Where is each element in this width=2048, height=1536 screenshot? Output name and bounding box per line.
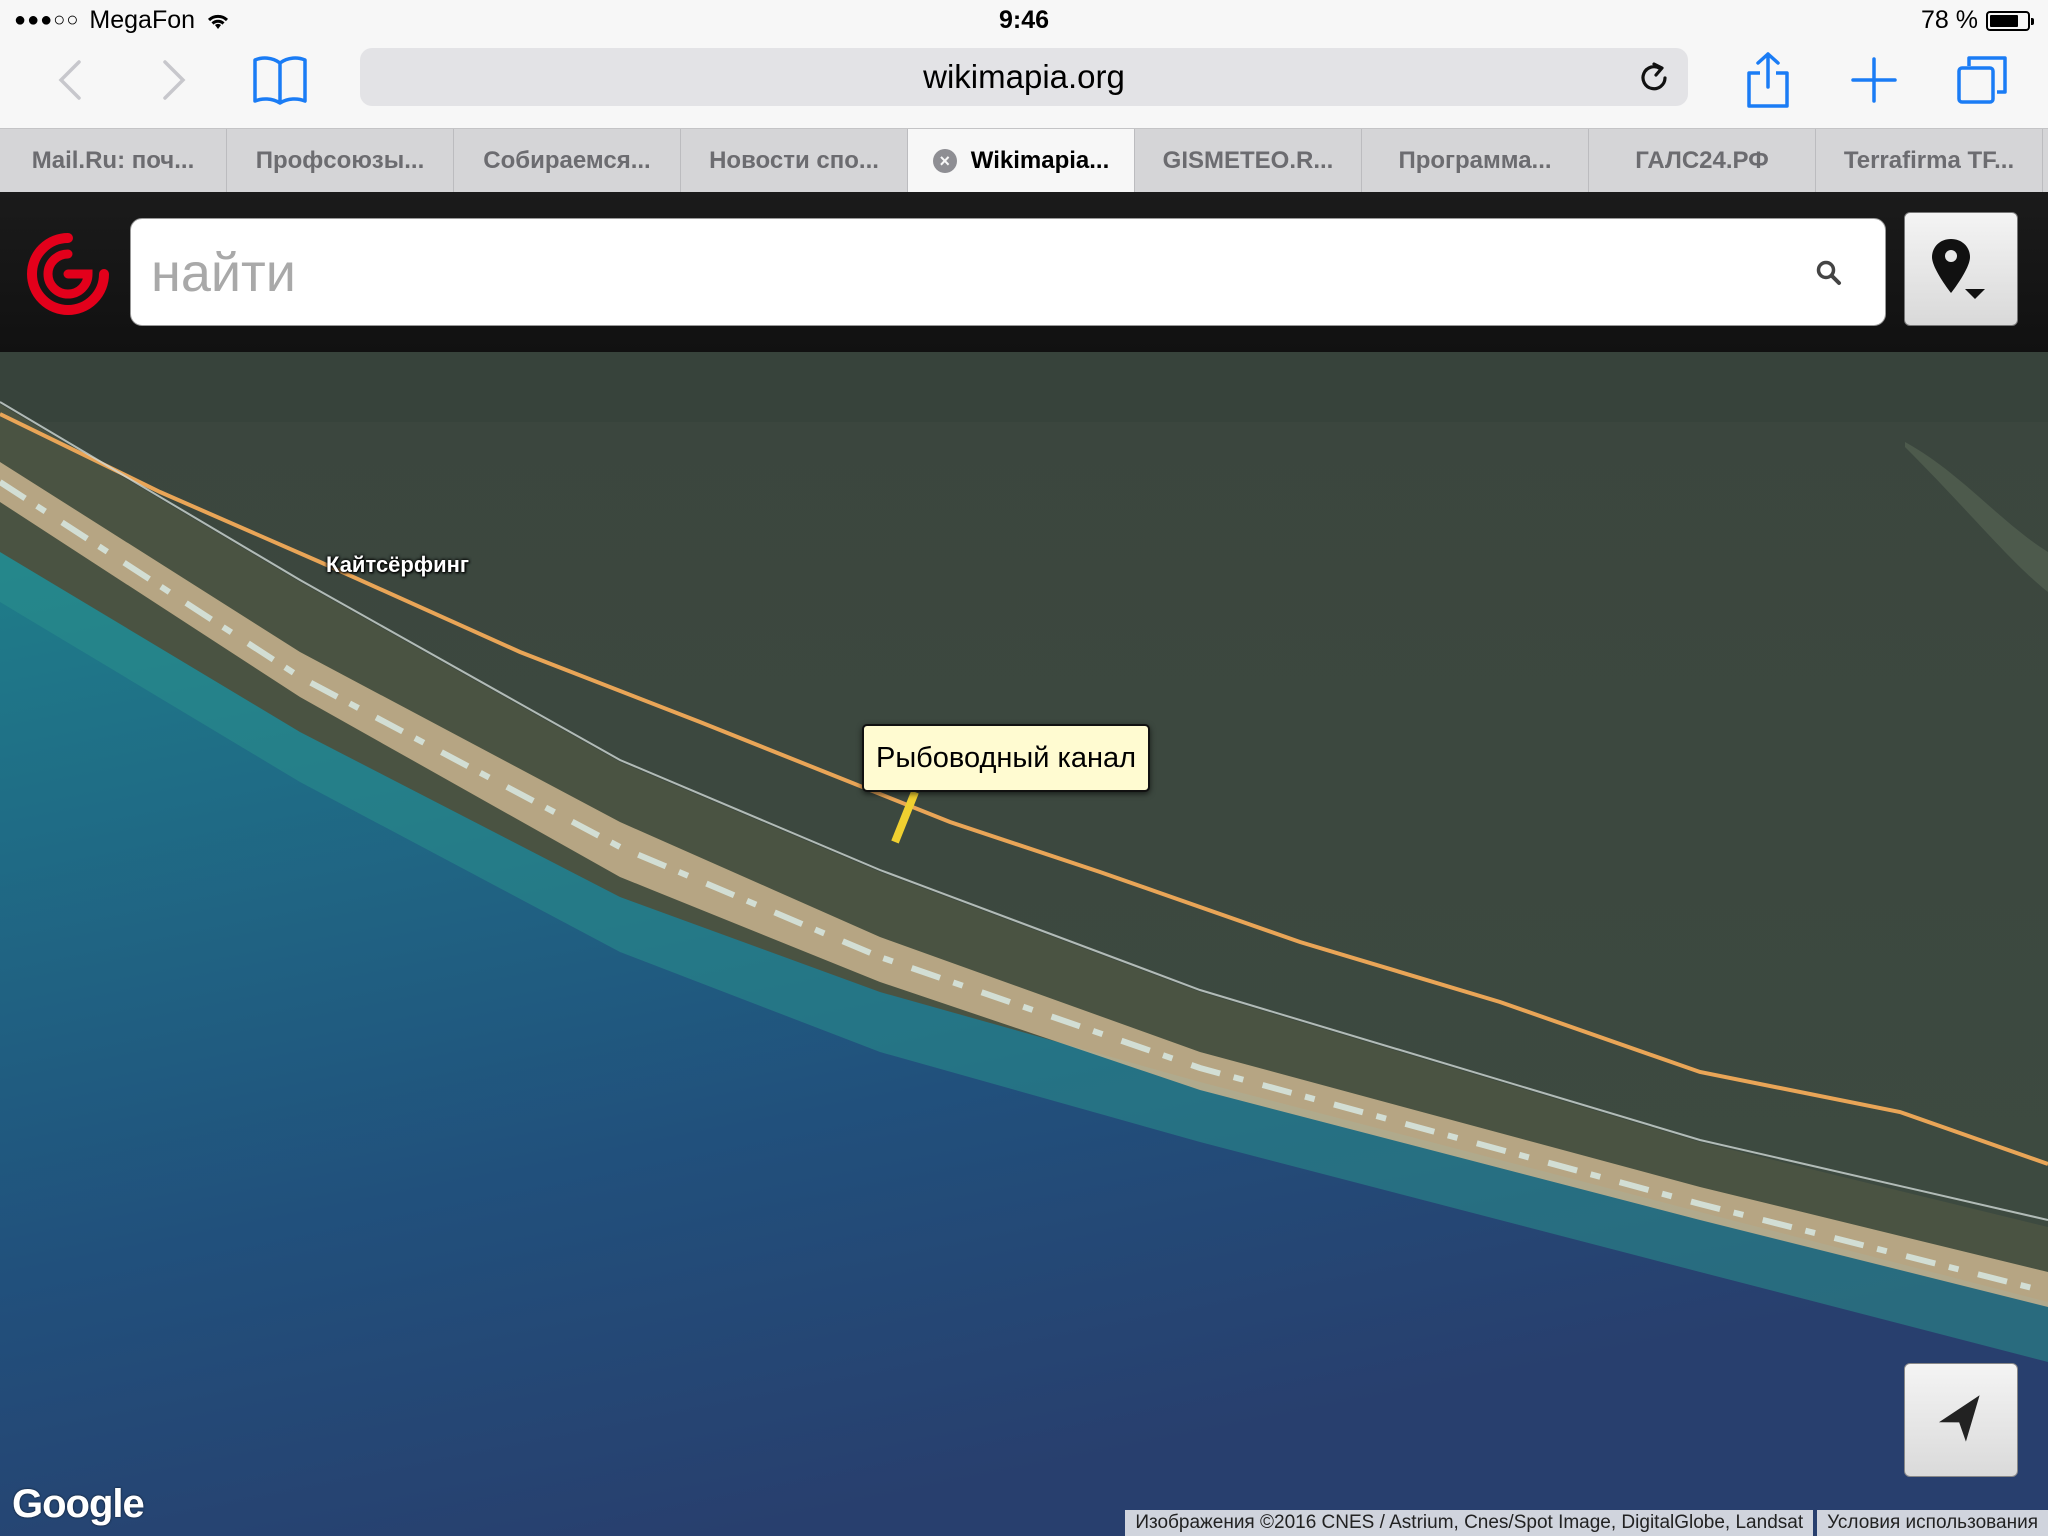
tab-item[interactable]: Профсоюзы... <box>227 129 454 192</box>
tab-item-active[interactable]: × Wikimapia... <box>908 129 1135 192</box>
map-view[interactable]: Кайтсёрфинг Рыбоводный канал Google Изоб… <box>0 352 2048 1536</box>
browser-toolbar: wikimapia.org <box>0 40 2048 128</box>
tab-item[interactable]: Новости спо... <box>681 129 908 192</box>
show-tabs-button[interactable] <box>1950 48 2014 112</box>
location-menu-button[interactable] <box>1904 212 2018 326</box>
forward-button[interactable] <box>142 48 206 112</box>
my-location-button[interactable] <box>1904 1363 2018 1477</box>
bookmarks-icon <box>253 56 307 105</box>
url-text: wikimapia.org <box>923 58 1125 95</box>
status-bar: ●●●○○ MegaFon 9:46 78 % <box>0 0 2048 40</box>
place-label[interactable]: Кайтсёрфинг <box>326 552 469 578</box>
tab-strip: Mail.Ru: поч... Профсоюзы... Собираемся.… <box>0 128 2048 192</box>
tab-label: Программа... <box>1398 146 1552 174</box>
tab-item[interactable]: Terrafirma TF... <box>1816 129 2043 192</box>
tab-label: Новости спо... <box>709 146 879 174</box>
share-button[interactable] <box>1736 48 1800 112</box>
new-tab-button[interactable] <box>1842 48 1906 112</box>
tabs-icon <box>1957 56 2007 104</box>
tab-label: Собираемся... <box>483 146 651 174</box>
close-tab-icon[interactable]: × <box>932 148 957 173</box>
search-icon[interactable] <box>1815 259 1843 287</box>
wikimapia-header <box>0 192 2048 352</box>
address-bar[interactable]: wikimapia.org <box>360 48 1688 106</box>
imagery-credit: Изображения ©2016 CNES / Astrium, Cnes/S… <box>1125 1510 1814 1536</box>
satellite-map <box>0 352 2048 1536</box>
tab-item[interactable]: Программа... <box>1362 129 1589 192</box>
map-pin-icon <box>1932 239 1985 299</box>
share-icon <box>1747 52 1789 108</box>
tab-label: Профсоюзы... <box>255 146 425 174</box>
tab-label: Mail.Ru: поч... <box>31 146 195 174</box>
new-tab-icon <box>1851 57 1897 103</box>
map-attribution: Изображения ©2016 CNES / Astrium, Cnes/S… <box>1121 1510 2048 1536</box>
battery-level <box>1990 14 2019 27</box>
tab-label: GISMETEO.R... <box>1162 146 1334 174</box>
reload-icon[interactable] <box>1634 58 1674 98</box>
back-button[interactable] <box>38 48 102 112</box>
tab-label: ГАЛС24.РФ <box>1635 146 1769 174</box>
clock: 9:46 <box>998 6 1050 34</box>
search-box <box>130 218 1886 327</box>
tab-item[interactable]: ГАЛС24.РФ <box>1589 129 1816 192</box>
back-icon <box>58 60 81 100</box>
tab-item[interactable]: Mail.Ru: поч... <box>0 129 227 192</box>
chevron-down-icon <box>1965 289 1985 299</box>
tab-label: Wikimapia... <box>970 146 1110 174</box>
navigation-arrow-icon <box>1938 1395 1980 1442</box>
terms-link[interactable]: Условия использования <box>1817 1510 2048 1536</box>
google-logo: Google <box>12 1482 145 1526</box>
bookmarks-button[interactable] <box>248 48 312 112</box>
place-tooltip[interactable]: Рыбоводный канал <box>862 724 1151 792</box>
forward-icon <box>163 60 186 100</box>
wikimapia-logo-icon[interactable] <box>26 232 110 316</box>
battery-percent: 78 % <box>1921 6 1978 34</box>
status-right: 78 % <box>1921 6 2034 35</box>
search-input[interactable] <box>149 219 1753 327</box>
battery-icon <box>1986 10 2034 31</box>
tab-label: Terrafirma TF... <box>1843 146 2015 174</box>
tab-item[interactable]: Собираемся... <box>454 129 681 192</box>
tab-item[interactable]: GISMETEO.R... <box>1135 129 1362 192</box>
